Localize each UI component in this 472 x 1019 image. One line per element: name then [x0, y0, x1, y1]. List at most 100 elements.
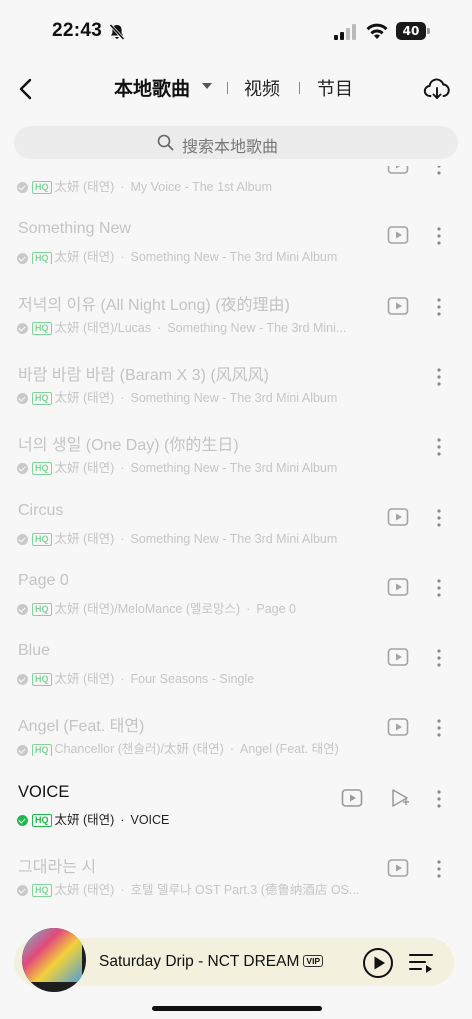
- song-row[interactable]: Angel (Feat. 태연) HQ Chancellor (챈슬러)/太妍 (태…: [0, 712, 472, 782]
- album-cover[interactable]: [22, 928, 86, 992]
- hq-badge: HQ: [32, 532, 52, 546]
- more-options-icon[interactable]: [436, 859, 442, 879]
- more-options-icon[interactable]: [436, 297, 442, 317]
- song-row[interactable]: Circus HQ 太妍 (태연) · Something New - The 3rd …: [0, 502, 472, 572]
- mv-play-icon[interactable]: [387, 717, 409, 737]
- mv-play-icon[interactable]: [387, 507, 409, 527]
- song-artist: 太妍 (태연): [54, 390, 115, 405]
- mini-player[interactable]: Saturday Drip - NCT DREAM VIP: [0, 928, 472, 992]
- more-options-icon[interactable]: [436, 648, 442, 668]
- song-artist: 太妍 (태연)/Lucas: [54, 320, 152, 335]
- more-options-icon[interactable]: [436, 166, 442, 176]
- song-meta: HQ 太妍 (태연)/MeloMance (멜로망스) · Page 0: [17, 598, 387, 616]
- hq-badge: HQ: [32, 251, 52, 265]
- song-row[interactable]: Something New HQ 太妍 (태연) · Something New - T…: [0, 220, 472, 290]
- mv-play-icon[interactable]: [387, 296, 409, 316]
- song-title: 바람 바람 바람 (Baram X 3) (风风风): [18, 366, 269, 384]
- header: 本地歌曲 视频 节目: [0, 60, 472, 116]
- song-album: Four Seasons - Single: [130, 672, 255, 687]
- wifi-icon: [366, 23, 388, 39]
- more-options-icon[interactable]: [436, 367, 442, 387]
- mv-play-icon[interactable]: [341, 788, 363, 808]
- hq-badge: HQ: [32, 462, 52, 476]
- mv-play-icon[interactable]: [387, 577, 409, 597]
- downloaded-check-icon: [17, 393, 28, 405]
- song-row[interactable]: VOICE HQ 太妍 (태연) · VOICE: [0, 783, 472, 853]
- song-row[interactable]: 저녁의 이유 (All Night Long) (夜的理由) HQ 太妍 (태연)/…: [0, 291, 472, 361]
- more-options-icon[interactable]: [436, 508, 442, 528]
- song-title: Angel (Feat. 태연): [18, 718, 145, 736]
- song-artist: 太妍 (태연): [54, 461, 115, 476]
- song-meta: HQ Chancellor (챈슬러)/太妍 (태연) · Angel (Feat. …: [17, 738, 387, 757]
- mv-play-icon[interactable]: [387, 166, 409, 175]
- song-artist: 太妍 (태연): [54, 531, 115, 546]
- downloaded-check-icon: [17, 885, 28, 897]
- song-meta: HQ 太妍 (태연)/Lucas · Something New - The 3rd …: [17, 317, 387, 335]
- hq-badge: HQ: [32, 884, 52, 897]
- meta-separator: ·: [157, 320, 162, 335]
- play-icon[interactable]: [362, 947, 394, 979]
- song-album: Something New - The 3rd Mini...: [167, 320, 347, 335]
- meta-separator: ·: [120, 250, 125, 265]
- search-input[interactable]: 搜索本地歌曲: [14, 126, 458, 159]
- cellular-signal-icon: [334, 24, 356, 40]
- meta-separator: ·: [120, 883, 125, 897]
- mv-play-icon[interactable]: [387, 647, 409, 667]
- status-time: 22:43: [52, 20, 103, 41]
- song-album: My Voice - The 1st Album: [130, 180, 272, 194]
- more-options-icon[interactable]: [436, 789, 442, 809]
- song-row[interactable]: 너의 생일 (One Day) (你的生日) HQ 太妍 (태연) · Somethin…: [0, 431, 472, 501]
- downloaded-check-icon: [17, 182, 28, 194]
- hq-badge: HQ: [32, 813, 52, 827]
- song-artist: 太妍 (태연): [54, 180, 115, 194]
- song-artist: 太妍 (태연): [54, 812, 115, 827]
- more-options-icon[interactable]: [436, 718, 442, 738]
- song-row[interactable]: HQ 太妍 (태연) · My Voice - The 1st Album: [0, 166, 472, 220]
- more-options-icon[interactable]: [436, 226, 442, 246]
- mv-play-icon[interactable]: [387, 858, 409, 878]
- downloaded-check-icon: [17, 322, 28, 334]
- song-row[interactable]: 그대라는 시 HQ 太妍 (태연) · 호텔 델루나 OST Part.3 (德鲁纳酒店…: [0, 853, 472, 923]
- meta-separator: ·: [246, 601, 251, 616]
- playlist-icon[interactable]: [408, 951, 434, 975]
- song-album: Something New - The 3rd Mini Album: [130, 250, 338, 265]
- song-row[interactable]: Blue HQ 太妍 (태연) · Four Seasons - Single: [0, 642, 472, 712]
- bell-muted-icon: [109, 23, 125, 41]
- song-row[interactable]: 바람 바람 바람 (Baram X 3) (风风风) HQ 太妍 (태연) · Some…: [0, 361, 472, 431]
- tab-divider: [227, 82, 228, 94]
- song-album: Something New - The 3rd Mini Album: [130, 531, 338, 546]
- vip-badge: VIP: [303, 955, 324, 967]
- song-title: Page 0: [18, 571, 69, 589]
- downloaded-check-icon: [17, 463, 28, 475]
- tab-local-songs[interactable]: 本地歌曲: [114, 74, 190, 101]
- song-album: Page 0: [256, 601, 296, 616]
- downloaded-check-icon: [17, 814, 28, 826]
- song-title: Blue: [18, 642, 51, 660]
- song-artist: 太妍 (태연): [54, 672, 115, 687]
- song-album: Angel (Feat. 태연): [240, 742, 339, 757]
- tab-divider: [299, 82, 300, 94]
- more-options-icon[interactable]: [436, 437, 442, 457]
- dropdown-caret-icon[interactable]: [202, 83, 212, 89]
- song-row[interactable]: Page 0 HQ 太妍 (태연)/MeloMance (멜로망스) · Page 0: [0, 572, 472, 642]
- add-to-playlist-icon[interactable]: [389, 787, 411, 809]
- downloaded-check-icon: [17, 533, 28, 545]
- back-icon[interactable]: [12, 74, 40, 104]
- song-artist: 太妍 (태연)/MeloMance (멜로망스): [54, 601, 241, 616]
- search-placeholder: 搜索本地歌曲: [182, 139, 279, 156]
- tab-program[interactable]: 节目: [317, 75, 353, 101]
- cloud-download-icon[interactable]: [423, 76, 451, 102]
- meta-separator: ·: [229, 742, 234, 757]
- downloaded-check-icon: [17, 604, 28, 615]
- song-list[interactable]: HQ 太妍 (태연) · My Voice - The 1st Album Someth…: [0, 166, 472, 932]
- hq-badge: HQ: [32, 392, 52, 405]
- downloaded-check-icon: [17, 252, 28, 264]
- tab-video[interactable]: 视频: [244, 75, 280, 101]
- now-playing-title[interactable]: Saturday Drip - NCT DREAM VIP: [99, 953, 324, 971]
- song-album: VOICE: [130, 812, 170, 827]
- mv-play-icon[interactable]: [387, 225, 409, 245]
- song-album: 호텔 델루나 OST Part.3 (德鲁纳酒店 OS...: [130, 883, 360, 897]
- more-options-icon[interactable]: [436, 578, 442, 598]
- battery-level: 40: [402, 24, 420, 38]
- meta-separator: ·: [120, 461, 125, 476]
